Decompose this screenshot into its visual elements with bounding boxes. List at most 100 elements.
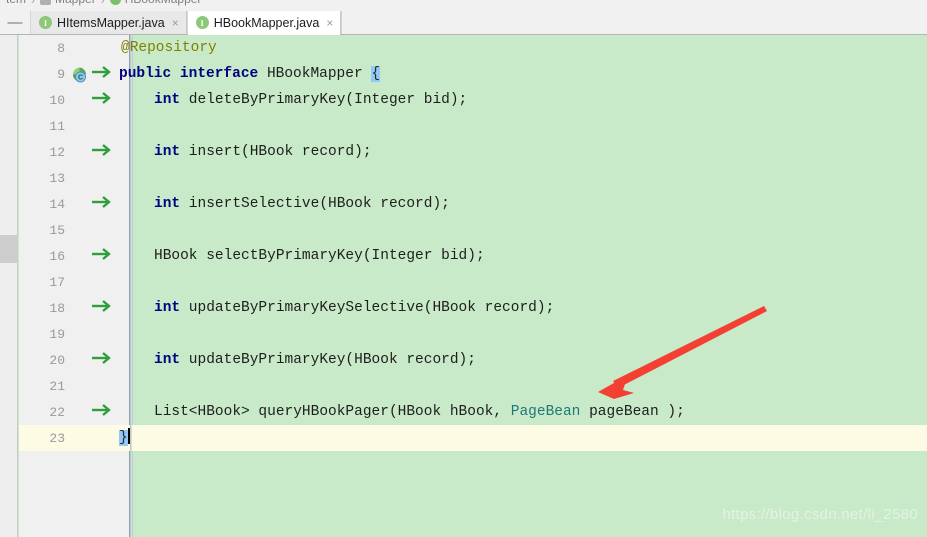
gutter-row: 11 xyxy=(19,113,130,139)
line-number: 15 xyxy=(49,222,65,238)
java-interface-icon: I xyxy=(39,16,52,29)
line-number: 14 xyxy=(49,196,65,212)
implemented-arrow-icon[interactable] xyxy=(91,297,113,320)
editor-tab-bar: — I HItemsMapper.java × I HBookMapper.ja… xyxy=(0,11,927,35)
gutter-row: 20 xyxy=(19,347,130,373)
line-number: 21 xyxy=(49,378,65,394)
keyword-int: int xyxy=(154,352,181,368)
line-number: 8 xyxy=(57,40,65,56)
gutter-icon-group[interactable] xyxy=(91,243,113,269)
implemented-arrow-icon[interactable] xyxy=(91,401,113,424)
folder-icon xyxy=(40,0,52,5)
code-editor[interactable]: 8 9 C 10 11 12 13 14 15 16 17 18 19 20 2… xyxy=(0,35,927,537)
close-icon[interactable]: × xyxy=(172,17,179,29)
annotation-repository: @Repository xyxy=(121,40,217,56)
code-line-9[interactable]: public interface HBookMapper { xyxy=(119,61,381,87)
gutter-row: 21 xyxy=(19,373,130,399)
line-number: 9 xyxy=(57,66,65,82)
type-pagebean: PageBean xyxy=(510,404,581,420)
gutter-row: 8 xyxy=(19,35,130,61)
line-number: 22 xyxy=(49,404,65,420)
editor-gutter[interactable]: 8 9 C 10 11 12 13 14 15 16 17 18 19 20 2… xyxy=(19,35,131,537)
gutter-row: 10 xyxy=(19,87,130,113)
tab-hitemsmapper-java[interactable]: I HItemsMapper.java × xyxy=(30,11,187,34)
method-queryhbookpager: List<HBook> queryHBookPager(HBook hBook, xyxy=(154,404,511,420)
gutter-icon-group[interactable] xyxy=(91,87,113,113)
gutter-icon-group[interactable] xyxy=(91,399,113,425)
line-number: 19 xyxy=(49,326,65,342)
collapse-icon[interactable]: — xyxy=(0,11,30,34)
implemented-arrow-icon[interactable] xyxy=(91,193,113,216)
implemented-arrow-icon[interactable] xyxy=(91,89,113,112)
breadcrumb: tem › Mapper › HBookMapper xyxy=(0,0,927,11)
gutter-icon-group[interactable]: C xyxy=(71,61,113,87)
tab-hbookmapper-java[interactable]: I HBookMapper.java × xyxy=(186,11,342,35)
implemented-arrow-icon[interactable] xyxy=(91,141,113,164)
gutter-row: 13 xyxy=(19,165,130,191)
text-caret xyxy=(127,428,130,444)
caret-line-highlight xyxy=(132,425,927,451)
code-line-12[interactable]: int insert(HBook record); xyxy=(154,139,372,165)
breadcrumb-item-mapper[interactable]: Mapper xyxy=(40,0,96,6)
code-text-area[interactable]: @Repository public interface HBookMapper… xyxy=(119,35,927,537)
brace-open-highlight: { xyxy=(371,66,381,82)
gutter-icon-group[interactable] xyxy=(91,295,113,321)
method-insert: insert(HBook record); xyxy=(180,144,372,160)
gutter-row: 14 xyxy=(19,191,130,217)
tab-label: HItemsMapper.java xyxy=(57,15,165,30)
code-line-20[interactable]: int updateByPrimaryKey(HBook record); xyxy=(154,347,476,373)
breadcrumb-label: HBookMapper xyxy=(125,0,202,6)
brace-close-highlight: } xyxy=(119,430,128,446)
gutter-row: 9 C xyxy=(19,61,130,87)
watermark-text: https://blog.csdn.net/li_2580 xyxy=(722,506,918,523)
param-pagebean: pageBean ); xyxy=(580,404,685,420)
tab-bar-empty-space xyxy=(341,11,927,34)
line-number: 11 xyxy=(49,118,65,134)
gutter-row: 17 xyxy=(19,269,130,295)
breadcrumb-separator: › xyxy=(31,0,36,7)
method-updatebyprimarykeyselective: updateByPrimaryKeySelective(HBook record… xyxy=(180,300,555,316)
interface-icon[interactable]: C xyxy=(71,66,88,83)
gutter-row: 15 xyxy=(19,217,130,243)
breadcrumb-label: tem xyxy=(6,0,26,6)
method-updatebyprimarykey: updateByPrimaryKey(HBook record); xyxy=(180,352,476,368)
java-interface-icon: I xyxy=(195,16,209,29)
keyword-public-interface: public interface xyxy=(119,66,267,82)
line-number: 13 xyxy=(49,170,65,186)
breadcrumb-item-hbookmapper[interactable]: HBookMapper xyxy=(109,0,202,6)
ide-window: tem › Mapper › HBookMapper — I HItemsMap… xyxy=(0,0,927,537)
keyword-int: int xyxy=(154,300,181,316)
fold-gutter-divider xyxy=(132,35,133,537)
interface-icon xyxy=(109,0,121,5)
line-number: 18 xyxy=(49,300,65,316)
keyword-int: int xyxy=(154,196,181,212)
implemented-arrow-icon[interactable] xyxy=(91,245,113,268)
line-number: 23 xyxy=(49,430,65,446)
gutter-icon-group[interactable] xyxy=(91,139,113,165)
method-selectbyprimarykey: HBook selectByPrimaryKey(Integer bid); xyxy=(154,248,485,264)
line-number: 17 xyxy=(49,274,65,290)
keyword-int: int xyxy=(154,144,181,160)
breadcrumb-item-tem[interactable]: tem xyxy=(6,0,26,6)
gutter-row: 16 xyxy=(19,243,130,269)
breadcrumb-label: Mapper xyxy=(55,0,96,6)
code-line-8[interactable]: @Repository xyxy=(121,35,217,61)
tab-label: HBookMapper.java xyxy=(213,15,320,30)
line-number: 20 xyxy=(49,352,65,368)
code-line-16[interactable]: HBook selectByPrimaryKey(Integer bid); xyxy=(154,243,485,269)
implemented-arrow-icon[interactable] xyxy=(91,349,113,372)
gutter-row-active: 23 xyxy=(19,425,130,451)
code-line-10[interactable]: int deleteByPrimaryKey(Integer bid); xyxy=(154,87,467,113)
code-line-18[interactable]: int updateByPrimaryKeySelective(HBook re… xyxy=(154,295,554,321)
code-line-14[interactable]: int insertSelective(HBook record); xyxy=(154,191,450,217)
gutter-icon-group[interactable] xyxy=(91,191,113,217)
method-insertselective: insertSelective(HBook record); xyxy=(180,196,450,212)
implemented-arrow-icon[interactable] xyxy=(91,63,113,86)
code-line-22[interactable]: List<HBook> queryHBookPager(HBook hBook,… xyxy=(154,399,685,425)
scrollbar-thumb[interactable] xyxy=(0,235,18,263)
gutter-row: 12 xyxy=(19,139,130,165)
gutter-icon-group[interactable] xyxy=(91,347,113,373)
code-line-23[interactable]: } xyxy=(119,425,130,451)
editor-marker-strip[interactable] xyxy=(0,35,18,537)
close-icon[interactable]: × xyxy=(326,17,333,29)
